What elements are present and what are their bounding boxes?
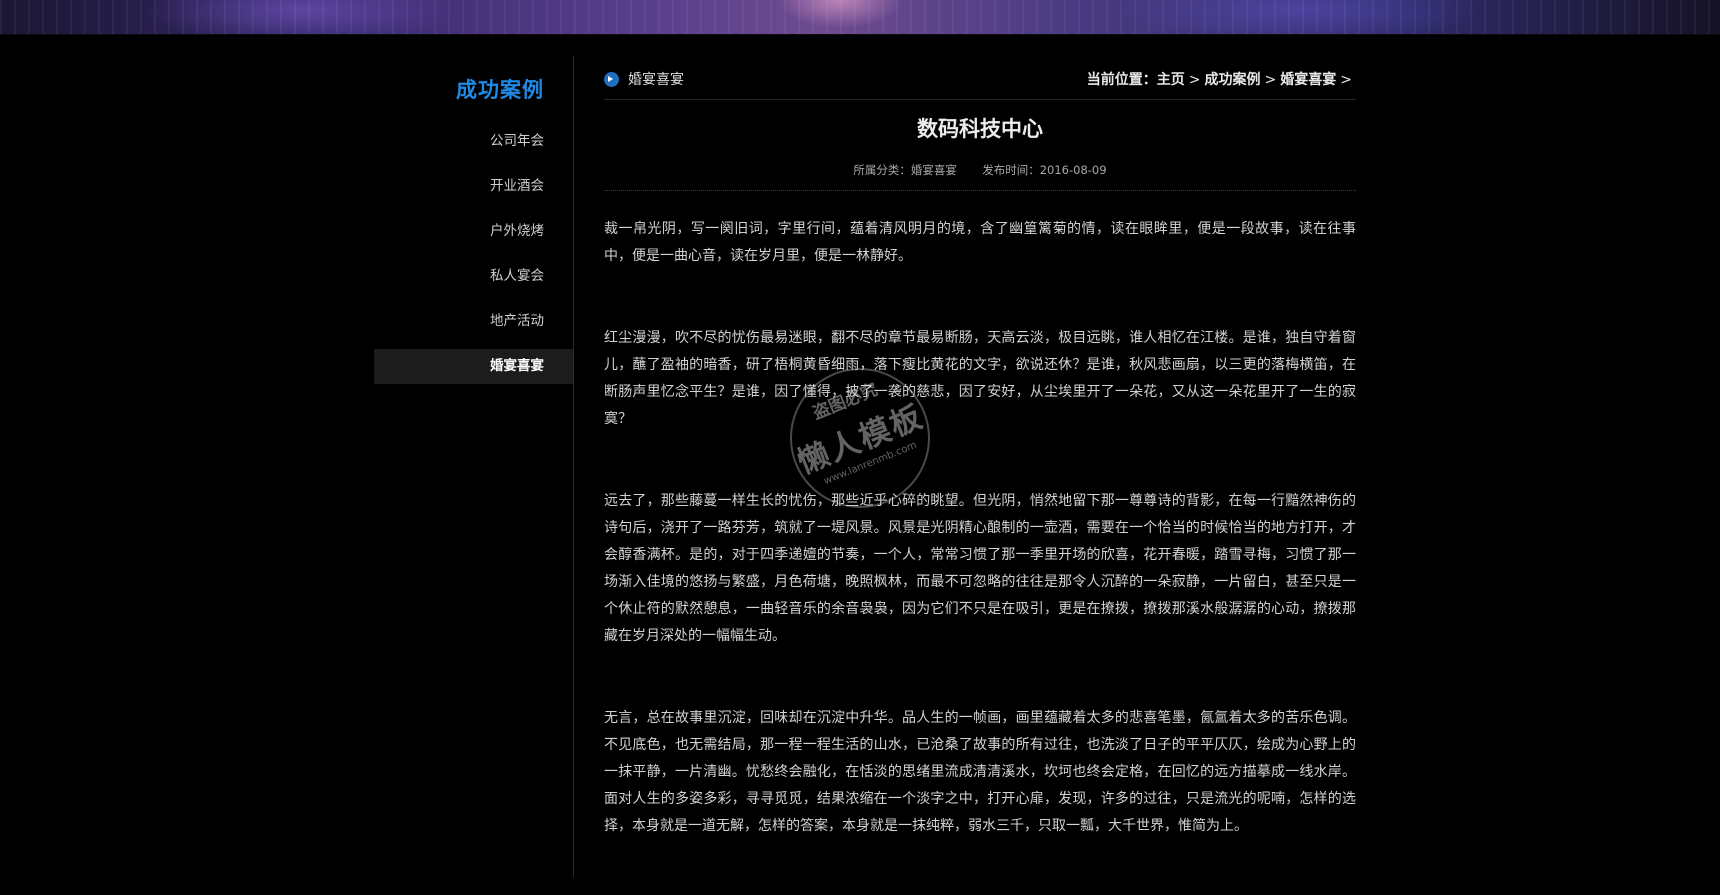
article-paragraph: 裁一帛光阴，写一阕旧词，字里行间，蕴着清风明月的境，含了幽篁篱菊的情，读在眼眸里…: [604, 221, 1356, 264]
sidebar-menu: 公司年会 开业酒会 户外烧烤 私人宴会 地产活动 婚宴喜宴: [374, 124, 574, 394]
sidebar: 成功案例 公司年会 开业酒会 户外烧烤 私人宴会 地产活动 婚宴喜宴: [374, 56, 574, 877]
breadcrumb-prefix: 当前位置：: [1086, 72, 1157, 88]
header-banner-image: [0, 0, 1720, 35]
breadcrumb-wedding-link[interactable]: 婚宴喜宴: [1280, 72, 1336, 88]
breadcrumb-separator: >: [1264, 72, 1277, 88]
page-wrapper: 成功案例 公司年会 开业酒会 户外烧烤 私人宴会 地产活动 婚宴喜宴 婚宴喜宴 …: [374, 56, 1356, 877]
article-date: 发布时间：2016-08-09: [982, 163, 1107, 177]
breadcrumb: 当前位置：主页 > 成功案例 > 婚宴喜宴 >: [1087, 69, 1356, 89]
article-meta: 所属分类：婚宴喜宴 发布时间：2016-08-09: [604, 162, 1356, 178]
category-heading-label: 婚宴喜宴: [628, 72, 684, 88]
article-body: 裁一帛光阴，写一阕旧词，字里行间，蕴着清风明月的境，含了幽篁篱菊的情，读在眼眸里…: [604, 216, 1356, 895]
arrow-right-circle-icon: [604, 71, 619, 87]
main-content: 婚宴喜宴 当前位置：主页 > 成功案例 > 婚宴喜宴 > 数码科技中心 所属分类：婚宴喜宴…: [604, 56, 1356, 877]
article-paragraph: 无言，总在故事里沉淀，回味却在沉淀中升华。品人生的一帧画，画里蕴藏着太多的悲喜笔…: [604, 710, 1356, 834]
article-paragraph: 远去了，那些藤蔓一样生长的忧伤，那些近乎心碎的眺望。但光阴，悄然地留下那一尊尊诗…: [604, 493, 1356, 644]
sidebar-item-company-annual[interactable]: 公司年会: [374, 124, 574, 159]
meta-divider: [604, 190, 1356, 191]
sidebar-item-real-estate[interactable]: 地产活动: [374, 304, 574, 339]
content-header: 婚宴喜宴 当前位置：主页 > 成功案例 > 婚宴喜宴 >: [604, 56, 1356, 100]
sidebar-item-outdoor-bbq[interactable]: 户外烧烤: [374, 214, 574, 249]
sidebar-item-private-banquet[interactable]: 私人宴会: [374, 259, 574, 294]
article-category: 所属分类：婚宴喜宴: [853, 163, 957, 177]
sidebar-item-wedding-banquet[interactable]: 婚宴喜宴: [374, 349, 574, 384]
article-title: 数码科技中心: [917, 117, 1043, 141]
sidebar-title: 成功案例: [456, 78, 544, 102]
breadcrumb-separator: >: [1188, 72, 1201, 88]
sidebar-item-opening-reception[interactable]: 开业酒会: [374, 169, 574, 204]
breadcrumb-cases-link[interactable]: 成功案例: [1205, 72, 1261, 88]
category-heading: 婚宴喜宴: [604, 69, 684, 89]
breadcrumb-home-link[interactable]: 主页: [1157, 72, 1185, 88]
sidebar-divider: [573, 56, 574, 877]
article-paragraph: 红尘漫漫，吹不尽的忧伤最易迷眼，翻不尽的章节最易断肠，天高云淡，极目远眺，谁人相…: [604, 330, 1356, 427]
breadcrumb-separator: >: [1340, 72, 1352, 88]
